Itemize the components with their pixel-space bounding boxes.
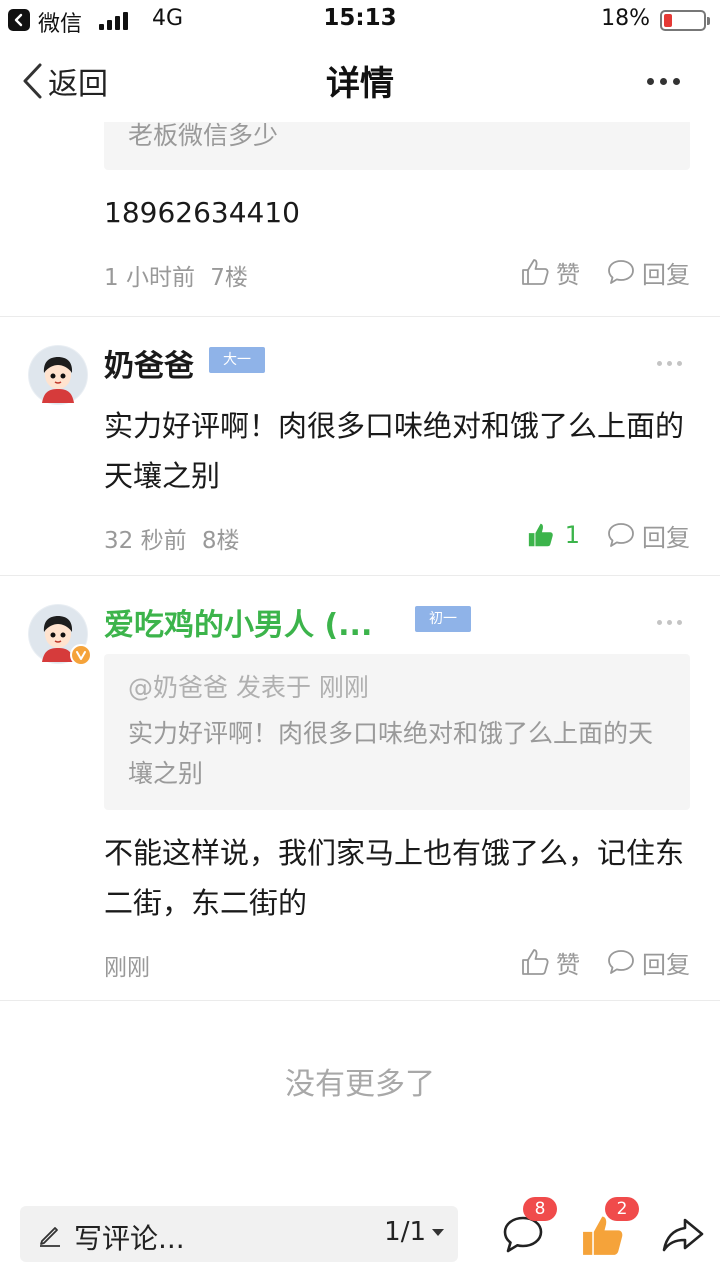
- like-button[interactable]: 赞: [520, 255, 580, 290]
- comment-header: 爱吃鸡的小男人 (... 初一: [0, 576, 720, 666]
- comment-count-badge: 8: [523, 1197, 557, 1221]
- quote-box[interactable]: @奶爸爸 发表于 刚刚 实力好评啊！肉很多口味绝对和饿了么上面的天壤之别: [104, 654, 690, 810]
- page-title: 详情: [326, 64, 394, 104]
- nav-bar: 返回 详情: [0, 40, 720, 122]
- reply-button[interactable]: 回复: [606, 255, 690, 290]
- reply-label: 回复: [642, 523, 690, 552]
- end-of-list: 没有更多了: [285, 1067, 435, 1102]
- like-label: 赞: [556, 950, 580, 979]
- like-button[interactable]: 赞: [520, 945, 580, 980]
- like-count-badge: 2: [605, 1197, 639, 1221]
- quote-box: 老板微信多少: [104, 122, 690, 170]
- more-icon[interactable]: [657, 620, 682, 625]
- comment-placeholder: 写评论...: [74, 1222, 185, 1255]
- username[interactable]: 奶爸爸: [104, 341, 194, 385]
- more-icon[interactable]: [657, 361, 682, 366]
- thumb-up-filled-icon: [528, 523, 553, 547]
- speech-bubble-icon: [608, 260, 634, 284]
- reply-label: 回复: [642, 260, 690, 289]
- username[interactable]: 爱吃鸡的小男人 (...: [104, 600, 372, 644]
- avatar[interactable]: [28, 604, 92, 666]
- comment-time: 32 秒前: [104, 528, 187, 554]
- comment-item-8: 奶爸爸 大一 实力好评啊！肉很多口味绝对和饿了么上面的天壤之别 32 秒前 8楼…: [0, 317, 720, 576]
- comment-body: 实力好评啊！肉很多口味绝对和饿了么上面的天壤之别: [104, 409, 685, 493]
- bottom-toolbar: 写评论... 1/1 8 2: [0, 1192, 720, 1280]
- quote-text: 老板微信多少: [128, 122, 279, 150]
- battery-icon: [660, 10, 710, 31]
- battery-percent: 18%: [601, 6, 650, 31]
- comment-item-7: 老板微信多少 18962634410 1 小时前 7楼 赞 回复: [0, 122, 720, 317]
- level-badge: 大一: [209, 347, 265, 373]
- comment-time: 刚刚: [104, 955, 150, 981]
- comment-meta: 1 小时前 7楼 赞 回复: [104, 252, 690, 292]
- comment-meta: 32 秒前 8楼 1 回复: [104, 515, 690, 555]
- comment-body: 18962634410: [104, 196, 300, 229]
- caret-down-icon: [432, 1228, 444, 1236]
- level-badge: 初一: [415, 606, 471, 632]
- pen-icon: [40, 1227, 60, 1247]
- page-indicator: 1/1: [384, 1217, 426, 1247]
- comments-button[interactable]: 8: [496, 1197, 557, 1262]
- speech-bubble-icon: [608, 950, 634, 974]
- comment-body: 不能这样说，我们家马上也有饿了么，记住东二街，东二街的: [104, 836, 685, 920]
- like-label: 赞: [556, 260, 580, 289]
- share-icon: [662, 1218, 704, 1252]
- thumb-up-icon: [522, 259, 549, 285]
- verified-icon: [70, 644, 92, 666]
- like-button[interactable]: 1: [527, 521, 580, 549]
- comment-header: 奶爸爸 大一: [0, 317, 720, 405]
- avatar[interactable]: [28, 345, 88, 405]
- comment-list[interactable]: 老板微信多少 18962634410 1 小时前 7楼 赞 回复 奶爸爸 大一 …: [0, 122, 720, 1192]
- like-post-button[interactable]: 2: [578, 1197, 639, 1262]
- more-icon[interactable]: [647, 78, 680, 85]
- comment-meta: 刚刚 赞 回复: [104, 942, 690, 982]
- like-count: 1: [564, 521, 580, 549]
- reply-button[interactable]: 回复: [606, 945, 690, 980]
- reply-label: 回复: [642, 950, 690, 979]
- quote-header: @奶爸爸 发表于 刚刚: [128, 673, 369, 702]
- comment-floor: 8楼: [201, 528, 240, 554]
- divider: [0, 1000, 720, 1001]
- comment-item-reply: 爱吃鸡的小男人 (... 初一 @奶爸爸 发表于 刚刚 实力好评啊！肉很多口味绝…: [0, 576, 720, 1001]
- reply-button[interactable]: 回复: [606, 518, 690, 553]
- comment-floor: 7楼: [210, 265, 248, 291]
- speech-bubble-icon: [608, 523, 634, 547]
- comment-time: 1 小时前: [104, 265, 195, 291]
- comment-input[interactable]: 写评论... 1/1: [20, 1206, 458, 1262]
- status-bar: 微信 4G 15:13 18%: [0, 0, 720, 40]
- share-button[interactable]: [656, 1202, 716, 1262]
- page-selector[interactable]: 1/1: [384, 1217, 444, 1247]
- quote-text: 实力好评啊！肉很多口味绝对和饿了么上面的天壤之别: [128, 719, 654, 788]
- thumb-up-icon: [522, 949, 549, 975]
